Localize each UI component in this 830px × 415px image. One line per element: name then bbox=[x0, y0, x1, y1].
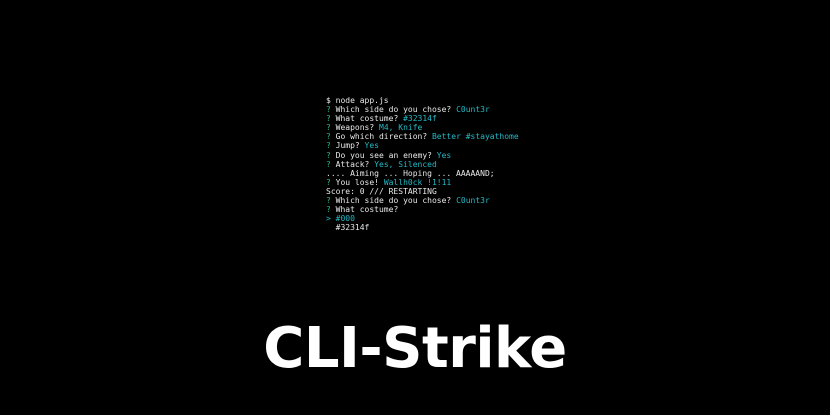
terminal-line: ? Attack? Yes, Silenced bbox=[326, 160, 519, 169]
terminal-line: > #000 bbox=[326, 214, 519, 223]
terminal-line: #32314f bbox=[326, 223, 519, 232]
terminal-text: Score: 0 /// RESTARTING bbox=[326, 186, 437, 196]
terminal-text: .... Aiming ... Hoping ... AAAAAND; bbox=[326, 168, 495, 178]
terminal-answer: #000 bbox=[335, 214, 355, 224]
terminal-output: $ node app.js? Which side do you chose? … bbox=[326, 96, 519, 232]
page-title: CLI-Strike bbox=[263, 316, 567, 381]
terminal-line: ? Go which direction? Better #stayathome bbox=[326, 132, 519, 141]
terminal-text: Which side do you chose? bbox=[330, 105, 457, 115]
terminal-answer: Yes, Silenced bbox=[374, 159, 437, 169]
terminal-text: Which side do you chose? bbox=[330, 196, 457, 206]
terminal-text: Jump? bbox=[330, 141, 365, 151]
terminal-answer: #32314f bbox=[403, 114, 437, 124]
terminal-line: ? What costume? #32314f bbox=[326, 114, 519, 123]
terminal-line: Score: 0 /// RESTARTING bbox=[326, 187, 519, 196]
terminal-answer: Wallh0ck !1!11 bbox=[383, 177, 452, 187]
terminal-answer: M4, Knife bbox=[379, 123, 423, 133]
terminal-text: What costume? bbox=[330, 114, 404, 124]
terminal-line: ? Jump? Yes bbox=[326, 141, 519, 150]
terminal-answer: Yes bbox=[364, 141, 379, 151]
terminal-text: You lose! bbox=[330, 177, 384, 187]
terminal-answer: Yes bbox=[436, 150, 452, 160]
terminal-line: .... Aiming ... Hoping ... AAAAAND; bbox=[326, 169, 519, 178]
terminal-text: #32314f bbox=[326, 223, 370, 233]
page: $ node app.js? Which side do you chose? … bbox=[0, 0, 830, 415]
terminal-answer: C0unt3r bbox=[456, 105, 490, 115]
terminal-text: Go which direction? bbox=[330, 132, 432, 142]
terminal-line: $ node app.js bbox=[326, 96, 519, 105]
terminal-text: What costume? bbox=[330, 205, 399, 215]
terminal-line: ? What costume? bbox=[326, 205, 519, 214]
terminal-text: node app.js bbox=[330, 96, 389, 105]
terminal-answer: Better #stayathome bbox=[431, 132, 519, 142]
terminal-line: ? You lose! Wallh0ck !1!11 bbox=[326, 178, 519, 187]
terminal-text: Weapons? bbox=[330, 123, 379, 133]
terminal-text: Attack? bbox=[330, 159, 375, 169]
terminal-line: ? Which side do you chose? C0unt3r bbox=[326, 196, 519, 205]
terminal-line: ? Do you see an enemy? Yes bbox=[326, 151, 519, 160]
terminal-line: ? Weapons? M4, Knife bbox=[326, 123, 519, 132]
terminal-answer: C0unt3r bbox=[456, 196, 490, 206]
terminal-text: Do you see an enemy? bbox=[330, 150, 437, 160]
terminal-line: ? Which side do you chose? C0unt3r bbox=[326, 105, 519, 114]
